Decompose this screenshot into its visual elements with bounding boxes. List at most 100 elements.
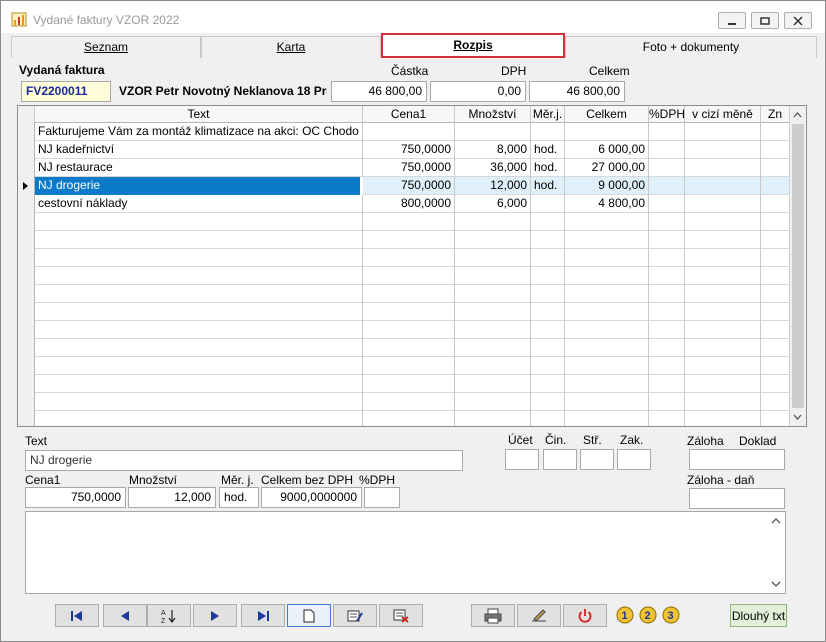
table-row[interactable]: Fakturujeme Vám za montáž klimatizace na… bbox=[18, 123, 790, 141]
row-indicator[interactable] bbox=[18, 393, 35, 411]
row-indicator[interactable] bbox=[18, 195, 35, 213]
cell-mj[interactable]: hod. bbox=[531, 159, 565, 177]
scroll-down-icon[interactable] bbox=[790, 409, 805, 425]
cell-mj[interactable] bbox=[531, 393, 565, 411]
cell-zn[interactable] bbox=[761, 123, 790, 141]
cell-celkem[interactable] bbox=[565, 393, 649, 411]
cell-cena[interactable] bbox=[363, 393, 455, 411]
close-form-button[interactable] bbox=[563, 604, 607, 627]
table-row[interactable] bbox=[18, 267, 790, 285]
cell-text[interactable] bbox=[35, 303, 363, 321]
cell-mj[interactable]: hod. bbox=[531, 141, 565, 159]
cell-mnozstvi[interactable] bbox=[455, 213, 531, 231]
row-indicator[interactable] bbox=[18, 411, 35, 426]
cell-cizi[interactable] bbox=[685, 249, 761, 267]
cell-dph[interactable] bbox=[649, 339, 685, 357]
cell-mnozstvi[interactable]: 36,000 bbox=[455, 159, 531, 177]
cell-mnozstvi[interactable] bbox=[455, 303, 531, 321]
cell-mnozstvi[interactable] bbox=[455, 375, 531, 393]
level-1-button[interactable]: 1 bbox=[615, 605, 635, 625]
cell-zn[interactable] bbox=[761, 141, 790, 159]
cena-field[interactable]: 750,0000 bbox=[25, 487, 126, 508]
table-row[interactable] bbox=[18, 231, 790, 249]
cell-celkem[interactable] bbox=[565, 321, 649, 339]
cell-mnozstvi[interactable] bbox=[455, 123, 531, 141]
level-2-button[interactable]: 2 bbox=[638, 605, 658, 625]
prev-record-button[interactable] bbox=[103, 604, 147, 627]
cell-zn[interactable] bbox=[761, 339, 790, 357]
edit-record-button[interactable] bbox=[333, 604, 377, 627]
cell-text[interactable]: cestovní náklady bbox=[35, 195, 363, 213]
table-row[interactable] bbox=[18, 285, 790, 303]
cell-dph[interactable] bbox=[649, 141, 685, 159]
cell-dph[interactable] bbox=[649, 321, 685, 339]
cell-celkem[interactable] bbox=[565, 123, 649, 141]
table-row[interactable]: cestovní náklady 800,0000 6,000 4 800,00 bbox=[18, 195, 790, 213]
table-row[interactable] bbox=[18, 339, 790, 357]
cell-celkem[interactable] bbox=[565, 267, 649, 285]
cell-dph[interactable] bbox=[649, 249, 685, 267]
minimize-button[interactable] bbox=[718, 12, 746, 29]
cell-text[interactable]: NJ kadeřnictví bbox=[35, 141, 363, 159]
cell-zn[interactable] bbox=[761, 231, 790, 249]
cell-mnozstvi[interactable] bbox=[455, 321, 531, 339]
cell-mnozstvi[interactable] bbox=[455, 393, 531, 411]
tab-seznam[interactable]: Seznam bbox=[11, 36, 201, 58]
cin-field[interactable] bbox=[543, 449, 577, 470]
cell-mj[interactable] bbox=[531, 123, 565, 141]
scroll-thumb[interactable] bbox=[792, 124, 804, 408]
mnozstvi-field[interactable]: 12,000 bbox=[128, 487, 216, 508]
cell-dph[interactable] bbox=[649, 177, 685, 195]
table-row[interactable]: NJ kadeřnictví 750,0000 8,000 hod. 6 000,00 bbox=[18, 141, 790, 159]
invoice-number-field[interactable]: FV2200011 bbox=[21, 81, 111, 102]
cell-mnozstvi[interactable]: 8,000 bbox=[455, 141, 531, 159]
maximize-button[interactable] bbox=[751, 12, 779, 29]
cell-dph[interactable] bbox=[649, 213, 685, 231]
cell-text[interactable]: Fakturujeme Vám za montáž klimatizace na… bbox=[35, 123, 363, 141]
dph-pct-field[interactable] bbox=[364, 487, 400, 508]
cell-mj[interactable] bbox=[531, 213, 565, 231]
note-textarea[interactable] bbox=[25, 511, 786, 594]
zaloha-field[interactable] bbox=[689, 449, 785, 470]
cell-cizi[interactable] bbox=[685, 195, 761, 213]
cell-cizi[interactable] bbox=[685, 267, 761, 285]
cell-zn[interactable] bbox=[761, 357, 790, 375]
cell-zn[interactable] bbox=[761, 303, 790, 321]
cell-mnozstvi[interactable] bbox=[455, 339, 531, 357]
cell-cizi[interactable] bbox=[685, 393, 761, 411]
scroll-up-icon[interactable] bbox=[790, 107, 805, 123]
cell-celkem[interactable] bbox=[565, 213, 649, 231]
cell-cizi[interactable] bbox=[685, 321, 761, 339]
col-header-text[interactable]: Text bbox=[35, 106, 363, 123]
cell-cizi[interactable] bbox=[685, 177, 761, 195]
cell-mnozstvi[interactable]: 12,000 bbox=[455, 177, 531, 195]
cell-zn[interactable] bbox=[761, 267, 790, 285]
zak-field[interactable] bbox=[617, 449, 651, 470]
cell-text[interactable]: NJ drogerie bbox=[35, 177, 363, 195]
memo-scroll-up-icon[interactable] bbox=[770, 516, 782, 526]
cell-text[interactable] bbox=[35, 231, 363, 249]
zaloha-dan-field[interactable] bbox=[689, 488, 785, 509]
cell-celkem[interactable] bbox=[565, 303, 649, 321]
cell-text[interactable]: NJ restaurace bbox=[35, 159, 363, 177]
cell-text[interactable] bbox=[35, 267, 363, 285]
row-indicator[interactable] bbox=[18, 123, 35, 141]
cell-mj[interactable] bbox=[531, 321, 565, 339]
cell-mj[interactable] bbox=[531, 231, 565, 249]
row-indicator[interactable] bbox=[18, 249, 35, 267]
celkem-field[interactable]: 46 800,00 bbox=[529, 81, 625, 102]
table-row[interactable] bbox=[18, 357, 790, 375]
col-header-zn[interactable]: Zn bbox=[761, 106, 790, 123]
cell-dph[interactable] bbox=[649, 159, 685, 177]
cell-mj[interactable]: hod. bbox=[531, 177, 565, 195]
cell-cena[interactable] bbox=[363, 231, 455, 249]
sort-button[interactable]: AZ bbox=[147, 604, 191, 627]
cell-cizi[interactable] bbox=[685, 231, 761, 249]
cell-celkem[interactable] bbox=[565, 357, 649, 375]
print-button[interactable] bbox=[471, 604, 515, 627]
cell-celkem[interactable]: 4 800,00 bbox=[565, 195, 649, 213]
cell-zn[interactable] bbox=[761, 411, 790, 426]
row-indicator[interactable] bbox=[18, 213, 35, 231]
cell-dph[interactable] bbox=[649, 231, 685, 249]
cell-cizi[interactable] bbox=[685, 141, 761, 159]
